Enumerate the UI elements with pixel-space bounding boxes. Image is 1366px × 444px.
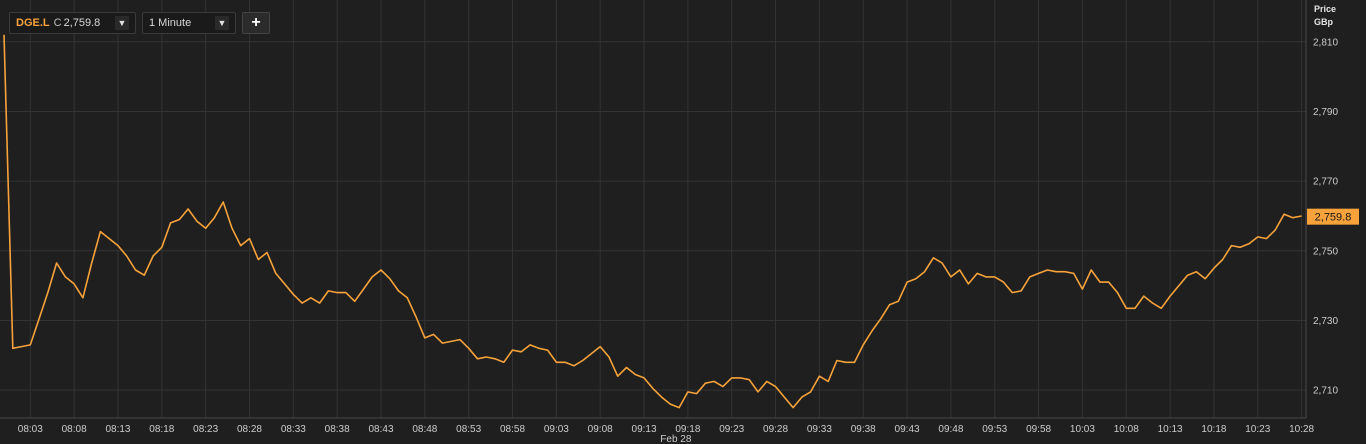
x-tick-label: 08:53 (456, 424, 481, 435)
y-tick-label: 2,710 (1313, 386, 1338, 397)
grid (0, 0, 1307, 419)
add-indicator-button[interactable]: + (242, 12, 270, 34)
x-tick-label: 08:28 (237, 424, 262, 435)
x-tick-label: 08:13 (105, 424, 130, 435)
series-layer (3, 34, 1302, 409)
x-tick-label: 08:03 (18, 424, 43, 435)
price-chart[interactable]: 08:03 08:08 08:13 08:18 08:23 08:28 08:33 08:38… (0, 0, 1366, 444)
close-label: C (53, 17, 62, 29)
x-tick-label: 08:58 (500, 424, 525, 435)
symbol-label: DGE.L (16, 17, 50, 29)
x-tick-label: 10:28 (1289, 424, 1314, 435)
x-tick-label: 09:13 (632, 424, 657, 435)
x-tick-label: 09:23 (719, 424, 744, 435)
x-tick-label: 08:18 (149, 424, 174, 435)
symbol-selector[interactable]: DGE.L C 2,759.8 ▼ (9, 12, 136, 34)
y-axis-unit: GBp (1314, 17, 1333, 27)
x-tick-label: 08:08 (62, 424, 87, 435)
plus-icon: + (251, 14, 261, 31)
x-tick-label: 08:33 (281, 424, 306, 435)
x-tick-label: 08:38 (325, 424, 350, 435)
x-tick-label: 09:48 (938, 424, 963, 435)
x-tick-label: 09:33 (807, 424, 832, 435)
x-tick-label: 09:53 (982, 424, 1007, 435)
price-line (3, 34, 1302, 409)
x-tick-label: 08:48 (412, 424, 437, 435)
last-price-label: 2,759.8 (1315, 212, 1352, 224)
x-tick-label: 09:43 (895, 424, 920, 435)
x-tick-label: 09:38 (851, 424, 876, 435)
y-axis: 2,710 2,730 2,750 2,770 2,790 2,810 2,759.8 (1307, 37, 1359, 397)
close-value: 2,759.8 (63, 17, 101, 29)
chart-toolbar: DGE.L C 2,759.8 ▼ 1 Minute ▼ + (9, 12, 270, 36)
x-tick-label: 10:13 (1158, 424, 1183, 435)
y-tick-label: 2,730 (1313, 316, 1338, 327)
y-tick-label: 2,770 (1313, 177, 1338, 188)
x-axis: 08:03 08:08 08:13 08:18 08:23 08:28 08:33 08:38… (18, 424, 1315, 444)
x-tick-label: 09:08 (588, 424, 613, 435)
y-tick-label: 2,750 (1313, 246, 1338, 257)
x-tick-label: 10:03 (1070, 424, 1095, 435)
chevron-down-icon[interactable]: ▼ (115, 16, 129, 30)
x-tick-label: 09:58 (1026, 424, 1051, 435)
x-tick-label: 10:23 (1245, 424, 1270, 435)
x-tick-label: 08:23 (193, 424, 218, 435)
x-tick-label: 09:03 (544, 424, 569, 435)
x-tick-label: 10:08 (1114, 424, 1139, 435)
interval-selector[interactable]: 1 Minute ▼ (142, 12, 236, 34)
y-tick-label: 2,810 (1313, 37, 1338, 48)
chart-area[interactable]: 08:03 08:08 08:13 08:18 08:23 08:28 08:33 08:38… (0, 0, 1366, 444)
x-tick-label: 08:43 (368, 424, 393, 435)
y-axis-title: Price (1314, 4, 1337, 14)
y-tick-label: 2,790 (1313, 107, 1338, 118)
chevron-down-icon[interactable]: ▼ (215, 16, 229, 30)
x-axis-date-label: Feb 28 (660, 434, 692, 444)
x-tick-label: 10:18 (1201, 424, 1226, 435)
interval-label: 1 Minute (149, 17, 192, 29)
x-tick-label: 09:28 (763, 424, 788, 435)
